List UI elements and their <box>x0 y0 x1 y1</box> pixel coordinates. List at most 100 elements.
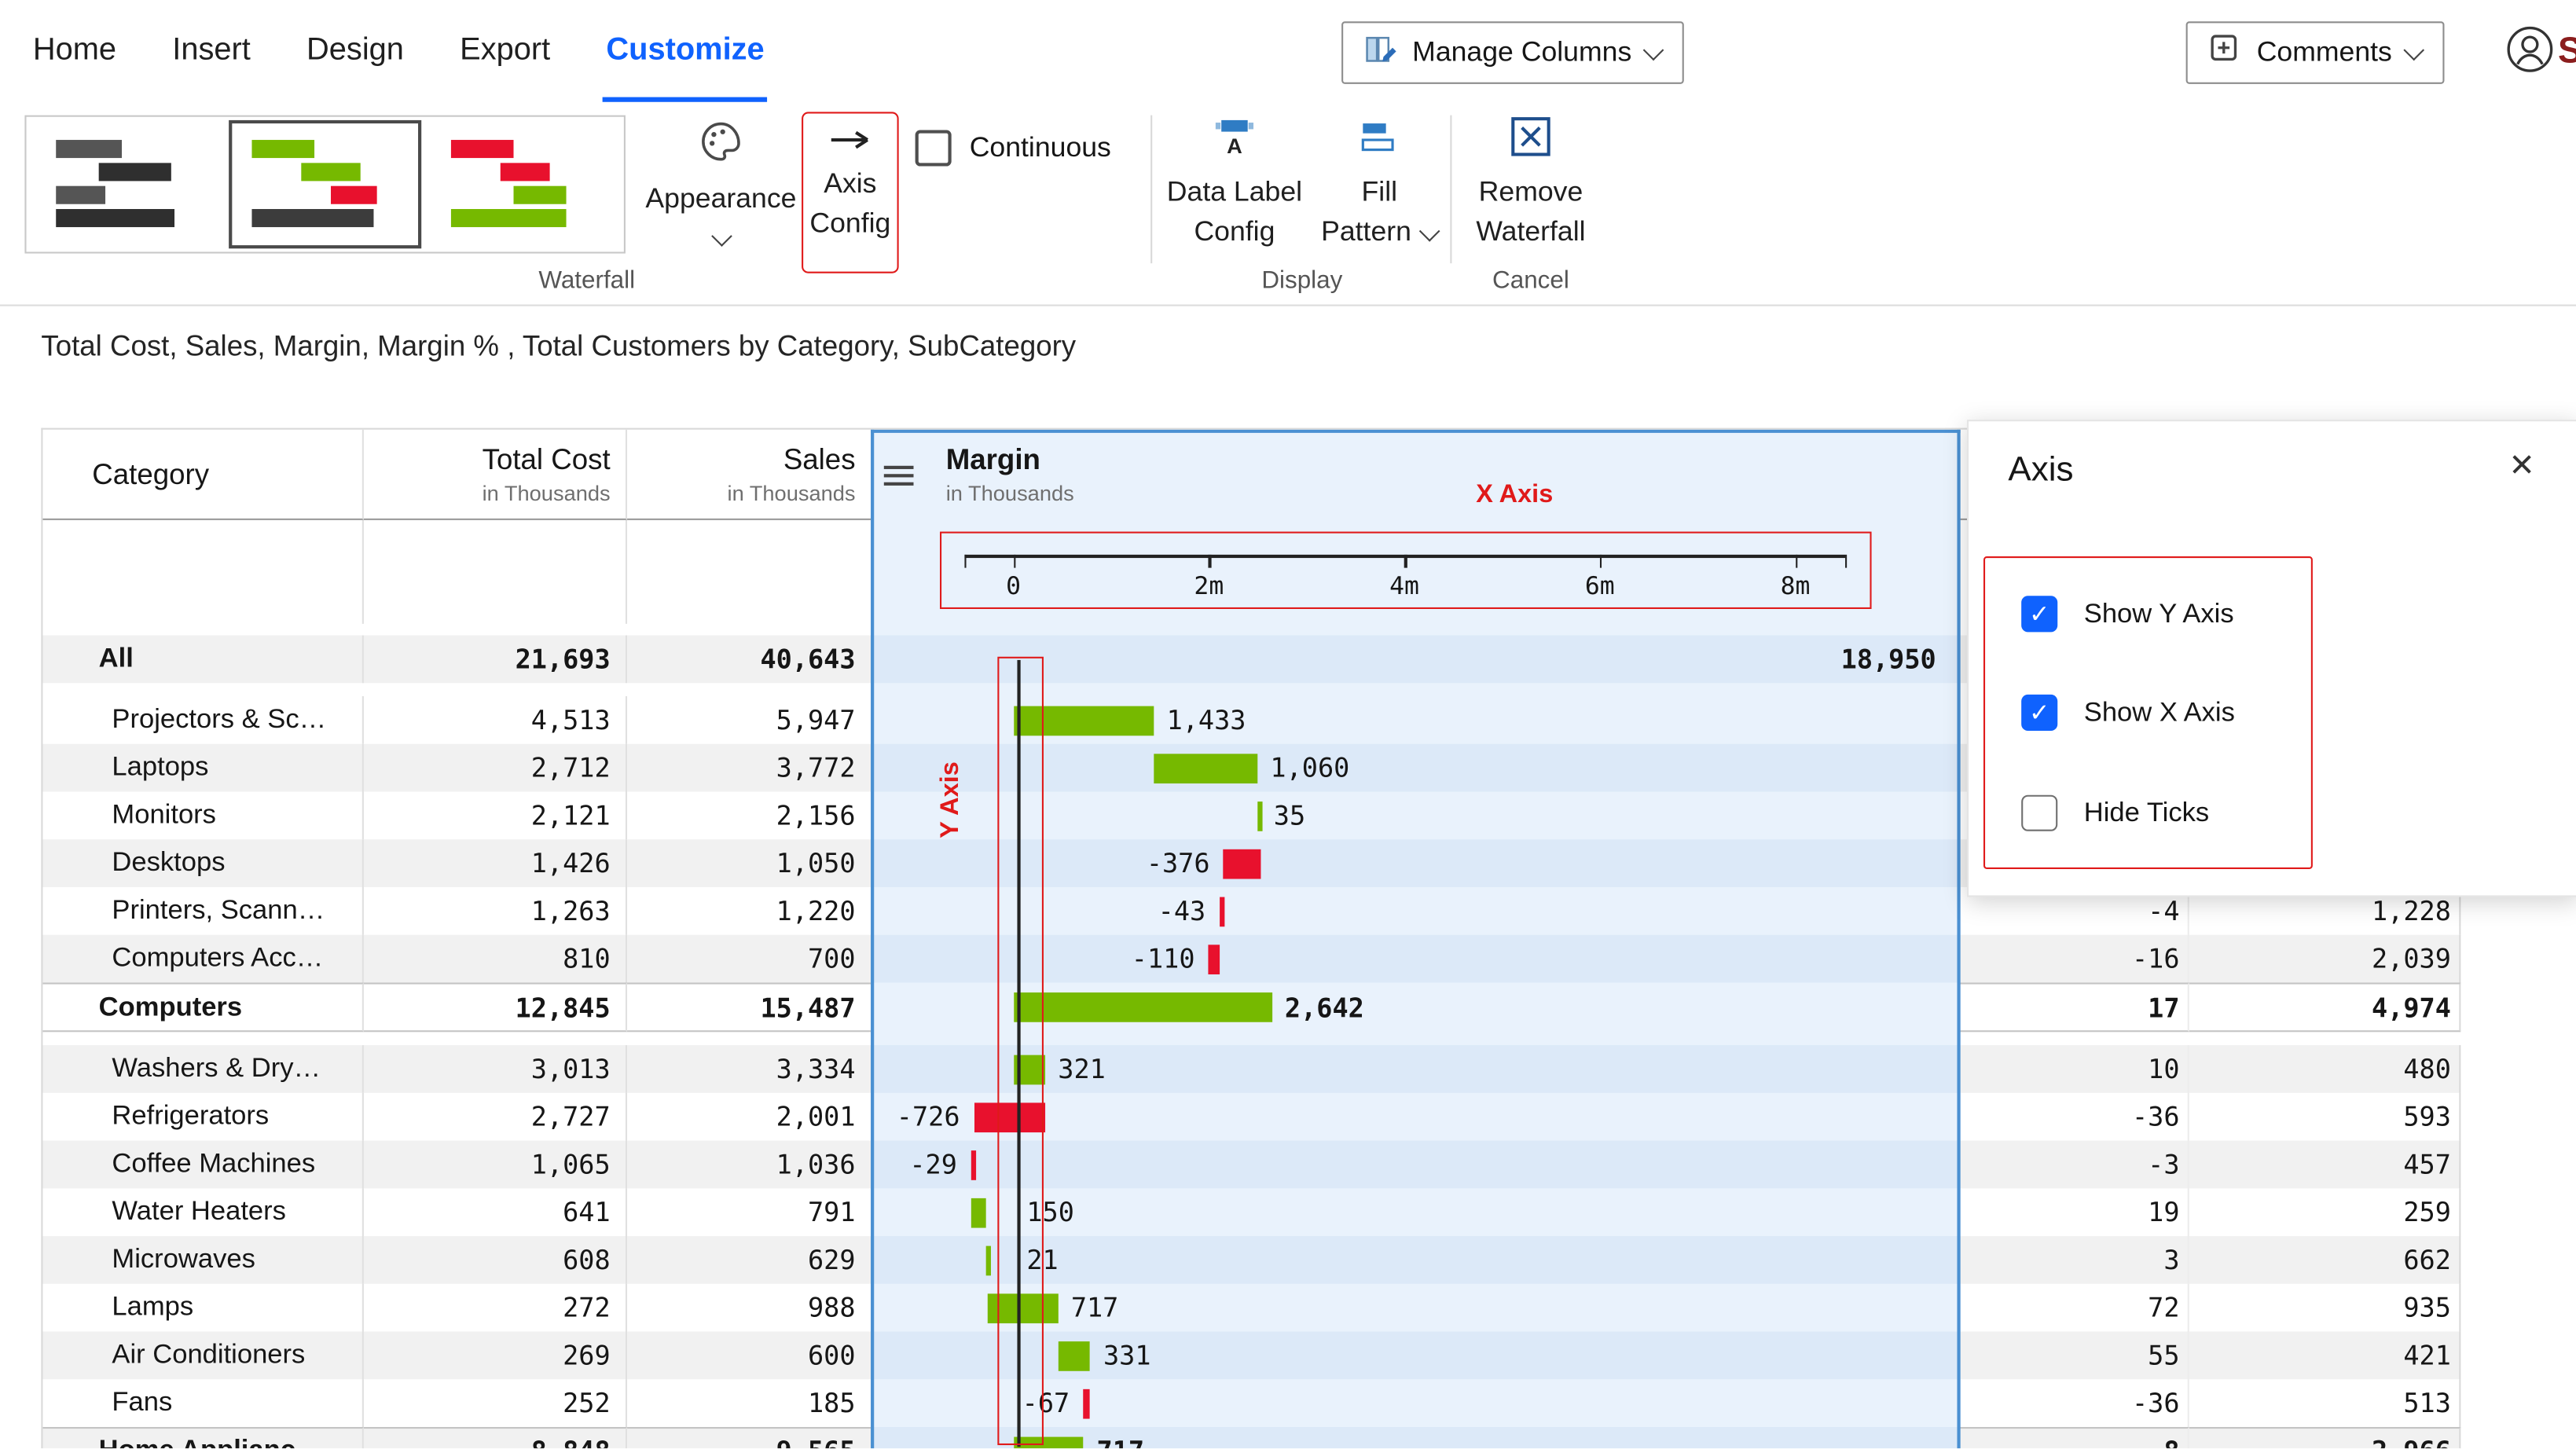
chart-cell[interactable]: 35 <box>870 792 1959 840</box>
app-window: Home Insert Design Export Customize Manage C… <box>0 0 2576 1448</box>
axis-panel-title: Axis <box>2008 451 2073 490</box>
checkbox-checked-icon[interactable]: ✓ <box>2021 596 2057 632</box>
bar-label: -29 <box>909 1148 957 1181</box>
user-avatar-icon[interactable] <box>2505 24 2555 82</box>
table-row[interactable]: Lamps27298871772935 <box>42 1284 2460 1332</box>
close-icon[interactable]: ✕ <box>2508 448 2534 486</box>
show-y-axis-option[interactable]: ✓Show Y Axis <box>2021 592 2233 635</box>
waterfall-bar[interactable] <box>971 1198 986 1227</box>
appearance-button[interactable]: Appearance <box>647 112 795 244</box>
category-cell: Lamps <box>42 1284 363 1332</box>
margin-pct-cell: -16 <box>1959 935 2189 983</box>
x-axis-tick-label: 6m <box>1585 571 1615 601</box>
show-x-axis-option[interactable]: ✓Show X Axis <box>2021 691 2235 734</box>
data-label-config-button[interactable]: A Data Label Config <box>1155 112 1313 251</box>
comments-button[interactable]: Comments <box>2186 21 2445 84</box>
menu-item-home[interactable]: Home <box>30 0 120 102</box>
ribbon-divider <box>1150 116 1152 264</box>
waterfall-bar[interactable] <box>1224 849 1260 879</box>
chart-cell[interactable]: 321 <box>870 1045 1959 1093</box>
waterfall-bar[interactable] <box>1058 1341 1090 1370</box>
chart-cell[interactable]: -110 <box>870 935 1959 983</box>
x-axis-annotation: X Axis <box>1476 481 1553 511</box>
bar-label: 35 <box>1274 799 1305 832</box>
waterfall-bar[interactable] <box>974 1102 1044 1132</box>
table-row[interactable]: Coffee Machines1,0651,036-29-3457 <box>42 1141 2460 1189</box>
table-row[interactable]: Refrigerators2,7272,001-726-36593 <box>42 1093 2460 1141</box>
chart-cell[interactable]: 331 <box>870 1332 1959 1380</box>
waterfall-bar[interactable] <box>985 1245 990 1275</box>
chart-cell[interactable]: 1,433 <box>870 696 1959 744</box>
menu-item-insert[interactable]: Insert <box>169 0 254 102</box>
table-row[interactable]: Microwaves608629213662 <box>42 1236 2460 1284</box>
right-arrow-icon <box>825 127 875 161</box>
waterfall-bar[interactable] <box>1014 706 1154 736</box>
axis-config-button[interactable]: Axis Config <box>802 112 899 273</box>
fill-pattern-button[interactable]: Fill Pattern <box>1313 112 1445 251</box>
category-cell: Fans <box>42 1379 363 1427</box>
chart-cell[interactable]: 717 <box>870 1284 1959 1332</box>
waterfall-bar[interactable] <box>971 1150 976 1179</box>
chart-cell[interactable]: -67 <box>870 1379 1959 1427</box>
table-row[interactable]: Computers12,84515,4872,642174,974 <box>42 982 2460 1032</box>
waterfall-bar[interactable] <box>1014 1436 1084 1449</box>
waterfall-style-green-red-selected[interactable] <box>229 120 421 248</box>
checkbox-unchecked-icon[interactable] <box>2021 795 2057 831</box>
menu-item-design[interactable]: Design <box>303 0 407 102</box>
checkbox-unchecked[interactable] <box>916 130 952 166</box>
comments-label: Comments <box>2257 36 2392 69</box>
sales-cell: 3,772 <box>627 744 871 792</box>
margin-pct-cell: 8 <box>1959 1427 2189 1448</box>
appearance-label: Appearance <box>645 179 796 218</box>
chart-drag-handle-icon[interactable] <box>883 460 913 490</box>
chart-cell[interactable]: 150 <box>870 1188 1959 1236</box>
chart-cell[interactable]: 717 <box>870 1427 1959 1448</box>
checkbox-checked-icon[interactable]: ✓ <box>2021 695 2057 731</box>
table-row[interactable]: Air Conditioners26960033155421 <box>42 1332 2460 1380</box>
waterfall-style-red-green[interactable] <box>428 120 621 248</box>
waterfall-bar[interactable] <box>1209 944 1220 974</box>
category-cell: Desktops <box>42 839 363 887</box>
bar-label: 1,433 <box>1167 703 1246 736</box>
chart-cell[interactable]: -29 <box>870 1141 1959 1189</box>
customers-cell: 4,974 <box>2189 982 2460 1032</box>
table-row[interactable]: Computers Acc…810700-110-162,039 <box>42 935 2460 983</box>
sales-cell: 185 <box>627 1379 871 1427</box>
customers-cell: 593 <box>2189 1093 2460 1141</box>
sales-cell: 1,220 <box>627 887 871 935</box>
chart-cell[interactable]: -726 <box>870 1093 1959 1141</box>
table-row[interactable]: Washers & Dry…3,0133,33432110480 <box>42 1045 2460 1093</box>
chart-cell[interactable]: 18,950 <box>870 636 1959 684</box>
chart-cell[interactable]: -43 <box>870 887 1959 935</box>
table-row[interactable]: Fans252185-67-36513 <box>42 1379 2460 1427</box>
chart-cell[interactable]: -376 <box>870 839 1959 887</box>
svg-text:A: A <box>1227 134 1242 158</box>
hide-ticks-option[interactable]: Hide Ticks <box>2021 792 2209 835</box>
bar-label: -43 <box>1158 894 1206 927</box>
waterfall-bar[interactable] <box>1084 1388 1090 1418</box>
waterfall-bar[interactable] <box>1154 753 1257 783</box>
table-row[interactable]: Water Heaters64179115019259 <box>42 1188 2460 1236</box>
chart-cell[interactable]: 1,060 <box>870 744 1959 792</box>
sales-cell: 1,050 <box>627 839 871 887</box>
waterfall-bar[interactable] <box>1014 992 1272 1022</box>
menu-item-export[interactable]: Export <box>457 0 553 102</box>
sales-cell: 2,001 <box>627 1093 871 1141</box>
menu-item-customize[interactable]: Customize <box>603 0 768 102</box>
x-axis-tick <box>1600 555 1602 568</box>
chart-cell[interactable]: 2,642 <box>870 982 1959 1032</box>
category-cell: Home Applianc… <box>42 1427 363 1448</box>
waterfall-style-gray[interactable] <box>30 120 222 248</box>
waterfall-bar[interactable] <box>1220 897 1224 926</box>
continuous-checkbox[interactable]: Continuous <box>916 130 1111 166</box>
total-cost-cell: 2,727 <box>364 1093 627 1141</box>
remove-waterfall-button[interactable]: Remove Waterfall <box>1459 112 1603 251</box>
table-row[interactable]: Home Applianc…8,8489,56571782,966 <box>42 1427 2460 1448</box>
waterfall-bar[interactable] <box>988 1293 1058 1322</box>
manage-columns-button[interactable]: Manage Columns <box>1341 21 1684 84</box>
x-axis-tick <box>1209 555 1211 568</box>
waterfall-bar[interactable] <box>1257 801 1262 831</box>
chart-cell[interactable]: 21 <box>870 1236 1959 1284</box>
total-cost-cell: 252 <box>364 1379 627 1427</box>
waterfall-bar[interactable] <box>1014 1055 1045 1084</box>
